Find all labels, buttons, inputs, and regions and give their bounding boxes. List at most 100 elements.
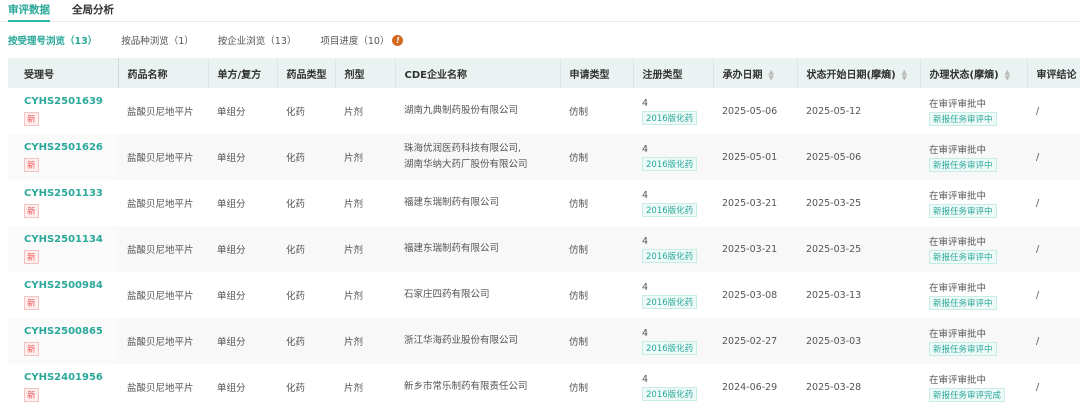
- reg-class: 4: [642, 281, 649, 293]
- company-name: 珠海优润医药科技有限公司,: [404, 143, 522, 154]
- status-tag: 新报任务审评中: [929, 250, 997, 264]
- tab-review-data[interactable]: 审评数据: [8, 0, 50, 22]
- column-header-status-start-date[interactable]: 状态开始日期(摩熵) ▲ ▼: [797, 58, 921, 88]
- sort-icon[interactable]: ▲ ▼: [769, 68, 774, 81]
- status-tag: 新报任务审评中: [929, 158, 997, 172]
- sort-icon[interactable]: ▲ ▼: [1005, 68, 1010, 81]
- cell-id: CYHS2500984 新: [8, 272, 118, 318]
- cell-form: 片剂: [335, 318, 395, 364]
- acceptance-no-link[interactable]: CYHS2501639: [24, 96, 103, 107]
- column-header-reg-type: 注册类型: [633, 58, 714, 88]
- table-row: CYHS2500984 新盐酸贝尼地平片 单组分 化药 片剂 石家庄四药有限公司 仿制 4 20…: [8, 272, 1080, 318]
- column-label: 药品类型: [286, 69, 327, 81]
- acceptance-no-link[interactable]: CYHS2500865: [24, 326, 103, 337]
- status-tag: 新报任务审评中: [929, 112, 997, 126]
- column-header-handle-status[interactable]: 办理状态(摩熵) ▲ ▼: [920, 58, 1028, 88]
- column-header-handle-date[interactable]: 承办日期 ▲ ▼: [713, 58, 798, 88]
- column-label: 状态开始日期(摩熵): [806, 69, 896, 81]
- cell-date2: 2025-03-25: [797, 180, 920, 226]
- column-header-dosage-form: 剂型: [335, 58, 396, 88]
- conclusion: /: [1036, 197, 1040, 209]
- sub-tabs: 按受理号浏览（13） 按品种浏览（1） 按企业浏览（13） 项目进度（10） !: [0, 22, 1080, 58]
- sort-icon[interactable]: ▲ ▼: [902, 68, 907, 81]
- cell-drug: 盐酸贝尼地平片: [118, 226, 208, 272]
- cell-type: 化药: [277, 88, 335, 134]
- tab-global-analysis[interactable]: 全局分析: [72, 0, 114, 22]
- cell-comp: 单组分: [208, 272, 277, 318]
- cell-status: 在审评审批中 新报任务审评中: [920, 180, 1027, 226]
- drug-type: 化药: [286, 383, 306, 394]
- cell-status: 在审评审批中 新报任务审评中: [920, 134, 1027, 180]
- company-name: 浙江华海药业股份有限公司: [404, 335, 519, 346]
- cell-company: 新乡市常乐制药有限责任公司: [395, 364, 560, 410]
- cell-form: 片剂: [335, 226, 395, 272]
- cell-company: 珠海优润医药科技有限公司, 湖南华纳大药厂股份有限公司: [395, 134, 560, 180]
- status-tag: 新报任务审评中: [929, 204, 997, 218]
- cell-company: 福建东瑞制药有限公司: [395, 226, 560, 272]
- drug-name: 盐酸贝尼地平片: [127, 199, 194, 210]
- drug-name: 盐酸贝尼地平片: [127, 107, 194, 118]
- subtab-by-acceptance[interactable]: 按受理号浏览（13）: [8, 33, 97, 47]
- drug-name: 盐酸贝尼地平片: [127, 291, 194, 302]
- cell-status: 在审评审批中 新报任务审评完成: [920, 364, 1027, 410]
- status-start-date: 2025-05-12: [806, 105, 862, 117]
- info-icon[interactable]: !: [392, 34, 404, 46]
- column-label: 受理号: [24, 69, 54, 81]
- acceptance-no-link[interactable]: CYHS2500984: [24, 280, 103, 291]
- apply-type: 仿制: [569, 199, 589, 210]
- cell-result: /: [1027, 364, 1080, 410]
- drug-name: 盐酸贝尼地平片: [127, 337, 194, 348]
- cell-result: /: [1027, 134, 1080, 180]
- cell-result: /: [1027, 226, 1080, 272]
- new-badge: 新: [24, 296, 39, 310]
- cell-date2: 2025-05-12: [797, 88, 920, 134]
- cell-apply: 仿制: [560, 88, 633, 134]
- column-label: 申请类型: [569, 69, 610, 81]
- handle-date: 2024-06-29: [722, 381, 778, 393]
- cell-date1: 2024-06-29: [713, 364, 797, 410]
- table-row: CYHS2501134 新盐酸贝尼地平片 单组分 化药 片剂 福建东瑞制药有限公司 仿制 4 2…: [8, 226, 1080, 272]
- cell-id: CYHS2500865 新: [8, 318, 118, 364]
- acceptance-no-link[interactable]: CYHS2501133: [24, 188, 103, 199]
- composition: 单组分: [217, 199, 246, 210]
- subtab-progress[interactable]: 项目进度（10）: [320, 33, 389, 47]
- acceptance-no-link[interactable]: CYHS2501626: [24, 142, 103, 153]
- apply-type: 仿制: [569, 291, 589, 302]
- cell-type: 化药: [277, 226, 335, 272]
- reg-class: 4: [642, 189, 649, 201]
- conclusion: /: [1036, 289, 1040, 301]
- new-badge: 新: [24, 112, 39, 126]
- conclusion: /: [1036, 105, 1040, 117]
- subtab-by-company[interactable]: 按企业浏览（13）: [218, 33, 297, 47]
- handle-date: 2025-05-06: [722, 105, 778, 117]
- cell-company: 湖南九典制药股份有限公司: [395, 88, 560, 134]
- status-start-date: 2025-03-28: [806, 381, 862, 393]
- cell-status: 在审评审批中 新报任务审评中: [920, 226, 1027, 272]
- acceptance-no-link[interactable]: CYHS2401956: [24, 372, 103, 383]
- cell-id: CYHS2401956 新: [8, 364, 118, 410]
- reg-tag: 2016版化药: [642, 340, 698, 355]
- cell-drug: 盐酸贝尼地平片: [118, 134, 208, 180]
- reg-class: 4: [642, 327, 649, 339]
- drug-name: 盐酸贝尼地平片: [127, 245, 194, 256]
- cell-reg: 4 2016版化药: [633, 180, 713, 226]
- handle-status: 在审评审批中: [929, 375, 987, 386]
- cell-date1: 2025-02-27: [713, 318, 797, 364]
- dosage-form: 片剂: [344, 107, 364, 118]
- status-tag: 新报任务审评中: [929, 296, 997, 310]
- handle-status: 在审评审批中: [929, 191, 987, 202]
- handle-date: 2025-02-27: [722, 335, 778, 347]
- column-header-drug-name: 药品名称: [118, 58, 209, 88]
- composition: 单组分: [217, 337, 246, 348]
- status-start-date: 2025-03-25: [806, 197, 862, 209]
- subtab-by-variety[interactable]: 按品种浏览（1）: [121, 33, 194, 47]
- new-badge: 新: [24, 388, 39, 402]
- cell-type: 化药: [277, 364, 335, 410]
- apply-type: 仿制: [569, 153, 589, 164]
- cell-reg: 4 2016版化药: [633, 272, 713, 318]
- cell-type: 化药: [277, 134, 335, 180]
- apply-type: 仿制: [569, 107, 589, 118]
- apply-type: 仿制: [569, 337, 589, 348]
- acceptance-no-link[interactable]: CYHS2501134: [24, 234, 103, 245]
- reg-class: 4: [642, 235, 649, 247]
